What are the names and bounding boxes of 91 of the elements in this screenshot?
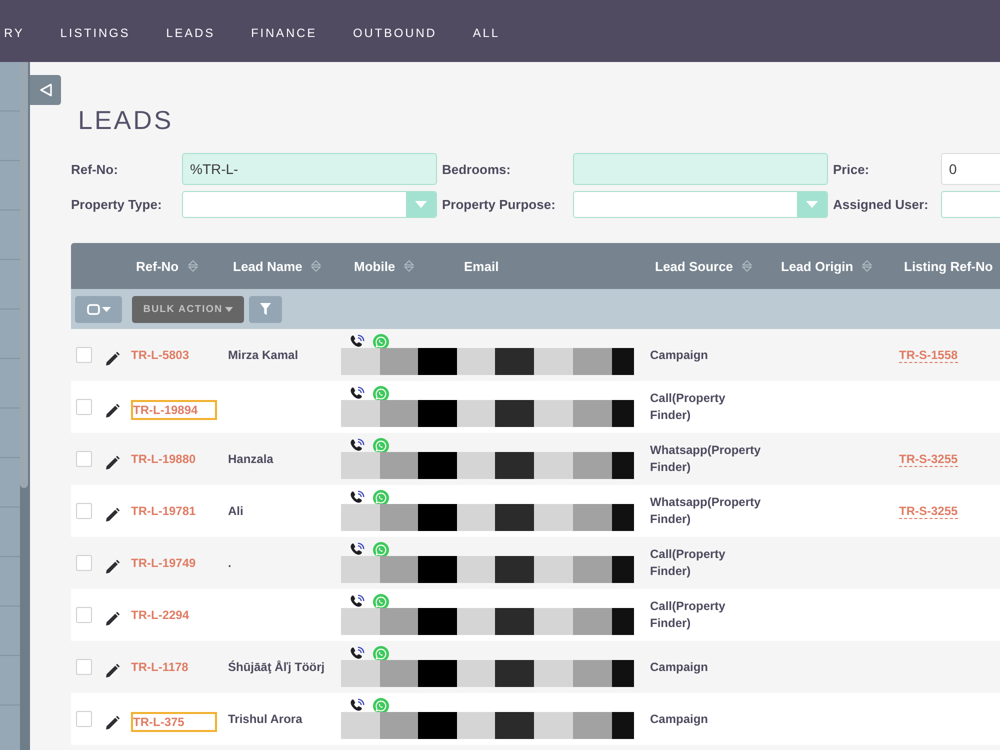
pencil-icon[interactable] (104, 559, 120, 575)
caret-down-icon (224, 306, 233, 312)
row-checkbox[interactable] (76, 451, 92, 467)
input-field[interactable] (573, 153, 828, 185)
input-field[interactable] (941, 191, 1000, 218)
column-header[interactable]: Mobile (354, 258, 396, 274)
lead-name: . (228, 556, 232, 570)
lead-ref-link[interactable]: TR-L-19894 (131, 400, 217, 420)
pencil-icon[interactable] (104, 507, 120, 523)
field-label: Property Type: (71, 197, 163, 212)
lead-source: Campaign (650, 710, 708, 728)
row-checkbox[interactable] (76, 711, 92, 727)
input-field[interactable]: %TR-L- (182, 153, 437, 185)
pencil-icon[interactable] (104, 455, 120, 471)
row-checkbox[interactable] (76, 659, 92, 675)
sort-icon[interactable] (742, 260, 752, 272)
phone-icon[interactable] (349, 698, 365, 713)
sort-icon[interactable] (862, 260, 872, 272)
sort-icon[interactable] (188, 260, 198, 272)
nav-link[interactable]: LEADS (166, 24, 216, 40)
pencil-icon[interactable] (104, 715, 120, 731)
lead-source: Campaign (650, 346, 708, 364)
caret-down-icon (102, 306, 110, 312)
lead-ref-link[interactable]: TR-L-19749 (131, 555, 196, 571)
row-checkbox[interactable] (76, 347, 92, 363)
lead-ref-link[interactable]: TR-L-19781 (131, 503, 196, 519)
triangle-left-icon (38, 83, 52, 97)
phone-icon[interactable] (349, 542, 365, 557)
lead-ref-link[interactable]: TR-L-5803 (131, 347, 190, 363)
pencil-icon[interactable] (104, 403, 120, 419)
select-all-button[interactable] (75, 296, 122, 322)
square-icon (86, 304, 100, 314)
column-header[interactable]: Lead Name (233, 258, 302, 274)
row-checkbox[interactable] (76, 607, 92, 623)
collapse-button[interactable] (30, 75, 61, 105)
nav-link[interactable]: RY (4, 24, 24, 40)
field-label: Ref-No: (71, 162, 119, 176)
phone-icon[interactable] (349, 646, 365, 661)
lead-ref-link[interactable]: TR-L-2294 (131, 607, 190, 623)
caret-down-icon[interactable] (406, 192, 436, 217)
input-field[interactable]: 0 (941, 153, 1000, 185)
lead-source: Call(Property Finder) (650, 598, 726, 632)
column-header[interactable]: Lead Origin (781, 258, 854, 274)
listing-ref-link[interactable]: TR-S-3255 (899, 452, 958, 466)
field-label: Assigned User: (832, 197, 930, 212)
listing-ref-link[interactable]: TR-S-1558 (899, 348, 958, 362)
phone-icon[interactable] (349, 438, 365, 453)
dropdown-field[interactable] (573, 191, 828, 218)
phone-icon[interactable] (349, 386, 365, 401)
lead-name: Ali (228, 504, 244, 518)
lead-source: Call(Property Finder) (650, 390, 726, 424)
pencil-icon[interactable] (104, 663, 120, 679)
scrollbar-thumb[interactable] (20, 62, 28, 488)
column-header[interactable]: Ref-No (136, 258, 179, 274)
field-label: Price: (832, 162, 870, 176)
lead-ref-link[interactable]: TR-L-1178 (131, 659, 188, 675)
lead-name: Mirza Kamal (228, 348, 298, 362)
nav-link[interactable]: FINANCE (251, 24, 317, 40)
lead-name: Śhūjāāţ Åľj Töörj (228, 660, 325, 674)
nav-link[interactable]: ALL (472, 24, 500, 40)
listing-ref-link[interactable]: TR-S-3255 (899, 504, 958, 518)
dropdown-field[interactable] (182, 191, 437, 218)
row-checkbox[interactable] (76, 503, 92, 519)
sort-icon[interactable] (404, 260, 414, 272)
row-checkbox[interactable] (76, 555, 92, 571)
column-header[interactable]: Listing Ref-No (904, 258, 993, 274)
lead-source: Whatsapp(Property Finder) (650, 494, 761, 528)
field-label: Bedrooms: (441, 162, 512, 176)
row-checkbox[interactable] (76, 399, 92, 415)
field-label: Property Purpose: (441, 197, 556, 212)
page-title: LEADS (78, 105, 174, 135)
lead-source: Whatsapp(Property Finder) (650, 442, 761, 476)
column-header[interactable]: Lead Source (655, 258, 734, 274)
phone-icon[interactable] (349, 490, 365, 505)
lead-name: Hanzala (228, 452, 274, 466)
column-header[interactable]: Email (464, 258, 499, 274)
lead-ref-link[interactable]: TR-L-375 (131, 712, 217, 732)
sort-icon[interactable] (311, 260, 322, 272)
lead-name: Trishul Arora (228, 712, 302, 726)
phone-icon[interactable] (349, 594, 365, 609)
lead-source: Call(Property Finder) (650, 546, 726, 580)
nav-link[interactable]: OUTBOUND (353, 24, 437, 40)
nav-link[interactable]: LISTINGS (60, 24, 130, 40)
funnel-icon (260, 303, 271, 315)
pencil-icon[interactable] (104, 611, 120, 627)
lead-ref-link[interactable]: TR-L-19880 (131, 451, 196, 467)
phone-icon[interactable] (349, 334, 365, 349)
caret-down-icon[interactable] (797, 192, 827, 217)
pencil-icon[interactable] (104, 351, 120, 367)
filter-button[interactable] (249, 296, 282, 322)
lead-source: Campaign (650, 658, 708, 676)
